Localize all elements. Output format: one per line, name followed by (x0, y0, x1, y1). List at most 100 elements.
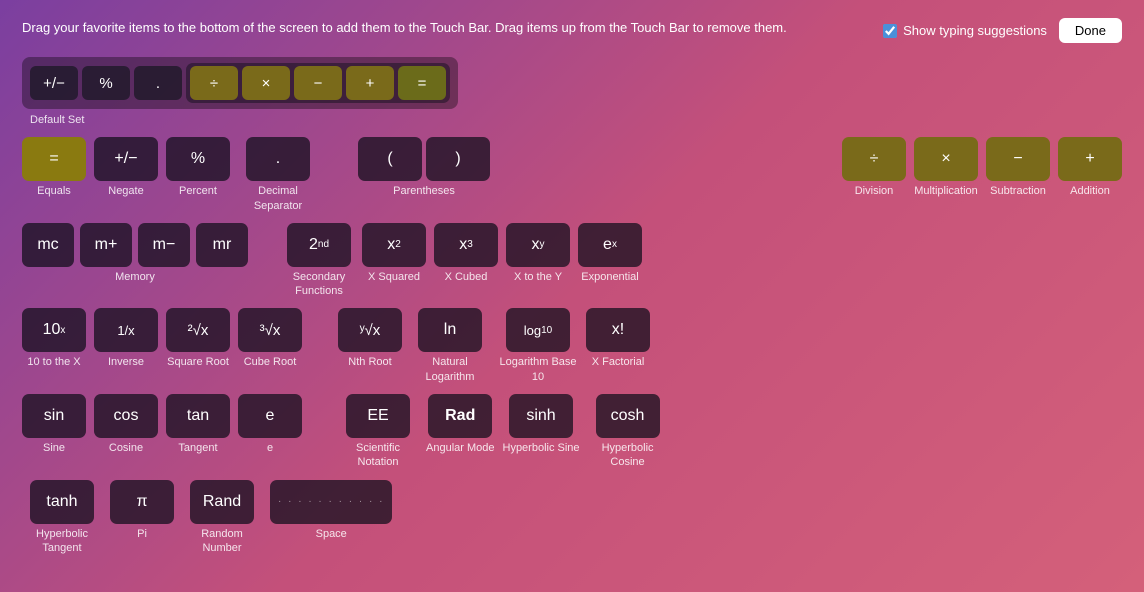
factorial-label: X Factorial (592, 355, 645, 369)
xsquared-group: x2 X Squared (362, 223, 426, 284)
exp-group: ex Exponential (578, 223, 642, 284)
addition-btn[interactable]: + (1058, 137, 1122, 181)
xtoy-btn[interactable]: xy (506, 223, 570, 267)
xsquared-btn[interactable]: x2 (362, 223, 426, 267)
ee-btn[interactable]: EE (346, 394, 410, 438)
ds-decimal-btn[interactable]: . (134, 66, 182, 100)
xtoy-label: X to the Y (514, 270, 562, 284)
rad-group: Rad Angular Mode (426, 394, 495, 455)
typing-suggestions-label[interactable]: Show typing suggestions (883, 23, 1047, 38)
inverse-btn[interactable]: 1/x (94, 308, 158, 352)
decimal-btn[interactable]: . (246, 137, 310, 181)
tan-label: Tangent (178, 441, 217, 455)
row-3: 10x 10 to the X 1/x Inverse ²√x Square R… (22, 308, 668, 384)
cbrt-group: ³√x Cube Root (238, 308, 302, 369)
done-button[interactable]: Done (1059, 18, 1122, 43)
log10-group: log10 Logarithm Base 10 (498, 308, 578, 384)
tan-btn[interactable]: tan (166, 394, 230, 438)
decimal-label: Decimal Separator (238, 184, 318, 213)
mr-btn[interactable]: mr (196, 223, 248, 267)
cosh-group: cosh Hyperbolic Cosine (588, 394, 668, 470)
mc-btn[interactable]: mc (22, 223, 74, 267)
e-btn[interactable]: e (238, 394, 302, 438)
sin-group: sin Sine (22, 394, 86, 455)
equals-label: Equals (37, 184, 71, 198)
tanh-btn[interactable]: tanh (30, 480, 94, 524)
main-container: Drag your favorite items to the bottom o… (0, 0, 1144, 592)
header-controls: Show typing suggestions Done (883, 18, 1122, 43)
tentox-label: 10 to the X (27, 355, 80, 369)
secondary-fn-group: 2nd Secondary Functions (284, 223, 354, 299)
sinh-btn[interactable]: sinh (509, 394, 573, 438)
cos-label: Cosine (109, 441, 143, 455)
nthroot-group: ʸ√x Nth Root (338, 308, 402, 369)
ds-add-btn[interactable]: + (346, 66, 394, 100)
xsquared-label: X Squared (368, 270, 420, 284)
percent-group: % Percent (166, 137, 230, 198)
percent-btn[interactable]: % (166, 137, 230, 181)
ln-btn[interactable]: ln (418, 308, 482, 352)
parentheses-group: ( ) Parentheses (358, 137, 490, 198)
memory-btn-row: mc m+ m− mr (22, 223, 248, 267)
rand-label: Random Number (182, 527, 262, 556)
cos-btn[interactable]: cos (94, 394, 158, 438)
nthroot-btn[interactable]: ʸ√x (338, 308, 402, 352)
typing-suggestions-text: Show typing suggestions (903, 23, 1047, 38)
open-paren-btn[interactable]: ( (358, 137, 422, 181)
exp-btn[interactable]: ex (578, 223, 642, 267)
ds-multiply-btn[interactable]: × (242, 66, 290, 100)
cosh-btn[interactable]: cosh (596, 394, 660, 438)
addition-group: + Addition (1058, 137, 1122, 198)
secondary-fn-btn[interactable]: 2nd (287, 223, 351, 267)
equals-btn[interactable]: = (22, 137, 86, 181)
multiplication-label: Multiplication (914, 184, 978, 198)
mplus-btn[interactable]: m+ (80, 223, 132, 267)
sinh-label: Hyperbolic Sine (503, 441, 580, 455)
sqrt-group: ²√x Square Root (166, 308, 230, 369)
parentheses-label: Parentheses (393, 184, 455, 198)
tentox-btn[interactable]: 10x (22, 308, 86, 352)
negate-group: +/− Negate (94, 137, 158, 198)
e-label: e (267, 441, 273, 455)
sqrt-btn[interactable]: ²√x (166, 308, 230, 352)
rand-btn[interactable]: Rand (190, 480, 254, 524)
equals-group: = Equals (22, 137, 86, 198)
log10-label: Logarithm Base 10 (498, 355, 578, 384)
ds-divide-btn[interactable]: ÷ (190, 66, 238, 100)
ee-label: Scientific Notation (338, 441, 418, 470)
default-set-section: +/− % . ÷ × − + = Default Set (22, 57, 1122, 127)
ds-percent-btn[interactable]: % (82, 66, 130, 100)
pi-btn[interactable]: π (110, 480, 174, 524)
row-5: tanh Hyperbolic Tangent π Pi Rand Random… (22, 480, 668, 556)
typing-suggestions-checkbox[interactable] (883, 24, 897, 38)
ds-equals-btn[interactable]: = (398, 66, 446, 100)
cbrt-btn[interactable]: ³√x (238, 308, 302, 352)
sin-btn[interactable]: sin (22, 394, 86, 438)
memory-label: Memory (115, 270, 155, 284)
ln-label: Natural Logarithm (410, 355, 490, 384)
log10-btn[interactable]: log10 (506, 308, 570, 352)
right-ops: ÷ Division × Multiplication − Subtractio… (842, 137, 1122, 198)
close-paren-btn[interactable]: ) (426, 137, 490, 181)
pi-group: π Pi (110, 480, 174, 541)
space-label: Space (316, 527, 347, 541)
ds-negate-btn[interactable]: +/− (30, 66, 78, 100)
nthroot-label: Nth Root (348, 355, 391, 369)
multiplication-btn[interactable]: × (914, 137, 978, 181)
xcubed-btn[interactable]: x3 (434, 223, 498, 267)
rad-btn[interactable]: Rad (428, 394, 492, 438)
factorial-btn[interactable]: x! (586, 308, 650, 352)
subtraction-btn[interactable]: − (986, 137, 1050, 181)
division-btn[interactable]: ÷ (842, 137, 906, 181)
exp-label: Exponential (581, 270, 639, 284)
left-buttons: = Equals +/− Negate % Percent . Decimal … (22, 137, 668, 555)
inverse-label: Inverse (108, 355, 144, 369)
ds-subtract-btn[interactable]: − (294, 66, 342, 100)
negate-btn[interactable]: +/− (94, 137, 158, 181)
mminus-btn[interactable]: m− (138, 223, 190, 267)
instruction-text: Drag your favorite items to the bottom o… (22, 18, 787, 38)
space-btn[interactable]: · · · · · · · · · · · (270, 480, 392, 524)
cosh-label: Hyperbolic Cosine (588, 441, 668, 470)
inverse-group: 1/x Inverse (94, 308, 158, 369)
xtoy-group: xy X to the Y (506, 223, 570, 284)
